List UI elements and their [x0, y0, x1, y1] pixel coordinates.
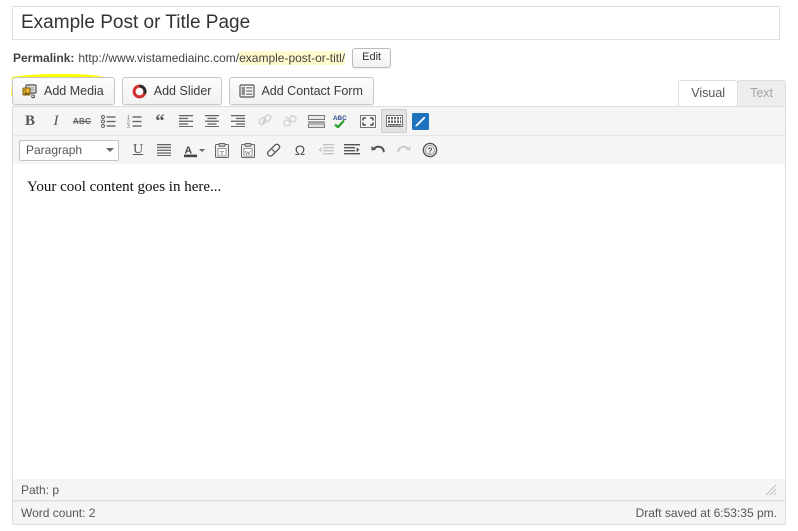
svg-text:ABC: ABC — [333, 115, 347, 122]
permalink-slug: example-post-or-titl/ — [239, 51, 346, 65]
post-content-editable[interactable]: Your cool content goes in here... — [13, 164, 785, 496]
permalink-base-url: http://www.vistamediainc.com/ — [78, 51, 240, 65]
media-buttons-row: Add Media Add Slider Add Contact Form — [12, 77, 374, 105]
tab-text[interactable]: Text — [737, 80, 786, 106]
toolbar-row-2: Paragraph U A T W Ω ? — [13, 136, 785, 164]
paste-word-glyph: W — [245, 149, 252, 156]
permalink-edit-button[interactable]: Edit — [352, 48, 392, 68]
permalink-label: Permalink: — [13, 51, 75, 65]
add-contact-form-label: Add Contact Form — [261, 84, 363, 98]
omega-glyph: Ω — [294, 142, 306, 158]
editor-path-bar: Path: p — [12, 479, 786, 501]
format-select-value: Paragraph — [26, 143, 83, 157]
numbered-list-icon[interactable]: 1 2 3 — [121, 109, 147, 133]
editor-container: B I ABC 1 2 3 “ ABC Paragraph U A T W Ω … — [12, 106, 786, 497]
paste-as-text-icon[interactable]: T — [209, 138, 235, 162]
justify-icon[interactable] — [151, 138, 177, 162]
svg-text:3: 3 — [127, 124, 130, 128]
undo-icon[interactable] — [365, 138, 391, 162]
insert-link-icon[interactable] — [251, 109, 277, 133]
draft-saved-label: Draft saved at 6:53:35 pm. — [635, 506, 777, 520]
custom-pencil-icon[interactable] — [407, 109, 433, 133]
align-left-icon[interactable] — [173, 109, 199, 133]
align-center-icon[interactable] — [199, 109, 225, 133]
italic-icon[interactable]: I — [43, 109, 69, 133]
svg-text:T: T — [220, 149, 224, 156]
special-character-icon[interactable]: Ω — [287, 138, 313, 162]
text-color-button[interactable]: A — [177, 138, 209, 162]
format-select[interactable]: Paragraph — [19, 139, 119, 161]
outdent-icon[interactable] — [313, 138, 339, 162]
word-count-label: Word count: 2 — [21, 506, 96, 520]
permalink-row: Permalink: http://www.vistamediainc.com/… — [13, 47, 392, 69]
blockquote-icon[interactable]: “ — [147, 109, 173, 133]
help-icon[interactable]: ? — [417, 138, 443, 162]
content-paragraph: Your cool content goes in here... — [27, 179, 222, 195]
post-title-input[interactable] — [12, 6, 780, 40]
bullet-list-icon[interactable] — [95, 109, 121, 133]
toolbar-row-1: B I ABC 1 2 3 “ ABC — [13, 107, 785, 136]
fullscreen-icon[interactable] — [355, 109, 381, 133]
contact-form-icon — [238, 83, 255, 99]
add-contact-form-button[interactable]: Add Contact Form — [229, 77, 374, 105]
editor-mode-tabs: Visual Text — [678, 80, 786, 106]
underline-icon[interactable]: U — [125, 138, 151, 162]
indent-icon[interactable] — [339, 138, 365, 162]
editor-toolbars: B I ABC 1 2 3 “ ABC Paragraph U A T W Ω … — [13, 107, 785, 165]
tab-visual[interactable]: Visual — [678, 80, 739, 106]
kitchen-sink-icon[interactable] — [381, 109, 407, 133]
add-media-icon — [21, 83, 38, 99]
strikethrough-glyph: ABC — [72, 116, 92, 126]
blockquote-glyph: “ — [155, 110, 165, 132]
add-media-button[interactable]: Add Media — [12, 77, 115, 105]
underline-glyph: U — [132, 142, 144, 157]
spellcheck-icon[interactable]: ABC — [329, 109, 355, 133]
bold-glyph: B — [24, 112, 35, 129]
add-slider-button[interactable]: Add Slider — [121, 77, 223, 105]
insert-more-tag-icon[interactable] — [303, 109, 329, 133]
path-label: Path: p — [21, 482, 60, 497]
add-slider-label: Add Slider — [153, 84, 212, 98]
unlink-icon[interactable] — [277, 109, 303, 133]
add-media-label: Add Media — [44, 84, 104, 98]
resize-grip-handle[interactable] — [764, 483, 777, 496]
redo-icon[interactable] — [391, 138, 417, 162]
slider-ring-icon — [131, 83, 148, 99]
editor-status-bar: Word count: 2 Draft saved at 6:53:35 pm. — [12, 501, 786, 525]
strikethrough-icon[interactable]: ABC — [69, 109, 95, 133]
text-color-chevron-down-icon — [199, 148, 205, 152]
paste-from-word-icon[interactable]: W — [235, 138, 261, 162]
chevron-down-icon — [106, 148, 114, 152]
remove-formatting-icon[interactable] — [261, 138, 287, 162]
align-right-icon[interactable] — [225, 109, 251, 133]
help-glyph: ? — [428, 146, 433, 155]
bold-icon[interactable]: B — [17, 109, 43, 133]
italic-glyph: I — [53, 112, 59, 129]
